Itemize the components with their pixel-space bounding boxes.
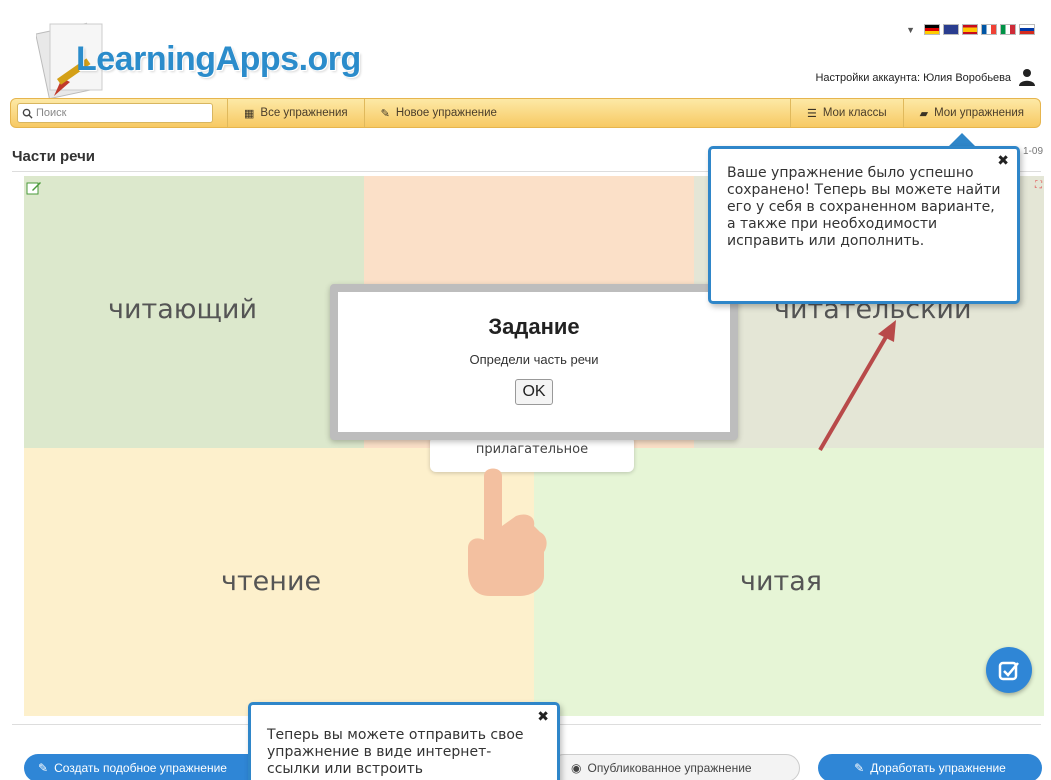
chevron-down-icon[interactable]: ▼ [906,25,915,35]
share-tooltip: ✖ Теперь вы можете отправить свое упражн… [248,702,560,780]
published-exercise-button[interactable]: ◉ Опубликованное упражнение [550,754,800,780]
category-word-1: читающий [108,294,258,325]
logo-text[interactable]: LearningApps.org [76,40,361,79]
create-similar-button[interactable]: ✎ Создать подобное упражнение [24,754,264,780]
dialog-text: Определи часть речи [469,352,599,367]
saved-tooltip-text: Ваше упражнение было успешно сохранено! … [727,165,1001,249]
nav-all-exercises[interactable]: ▦ Все упражнения [227,99,364,127]
improve-exercise-label: Доработать упражнение [870,761,1006,775]
nav-all-exercises-label: Все упражнения [260,107,348,119]
nav-my-exercises[interactable]: ▰ Мои упражнения [902,99,1040,127]
eye-icon: ◉ [571,761,582,775]
nav-my-classes[interactable]: ☰ Мои классы [789,99,903,127]
nav-my-exercises-label: Мои упражнения [934,107,1024,119]
fullscreen-icon[interactable]: ⛶ [1035,180,1042,191]
grid-icon: ▦ [244,107,255,120]
main-nav: Поиск ▦ Все упражнения ✎ Новое упражнени… [10,98,1041,128]
pencil-icon: ✎ [380,107,390,120]
nav-my-classes-label: Мои классы [822,107,887,119]
page: LearningApps.org ▼ Настройки аккаунта: Ю… [0,0,1051,780]
exercise-title: Части речи [12,148,96,165]
flag-fr-icon[interactable] [981,24,997,35]
saved-tooltip: ✖ Ваше упражнение было успешно сохранено… [708,146,1020,304]
category-word-4: читая [740,566,823,597]
close-icon[interactable]: ✖ [997,153,1009,170]
published-exercise-label: Опубликованное упражнение [587,761,752,775]
nav-new-exercise[interactable]: ✎ Новое упражнение [363,99,513,127]
check-icon [998,661,1019,681]
close-icon[interactable]: ✖ [537,709,549,726]
nav-new-exercise-label: Новое упражнение [395,107,497,119]
dialog-title: Задание [488,314,580,339]
search-input[interactable]: Поиск [17,103,213,123]
flag-ru-icon[interactable] [1019,24,1035,35]
account-settings-link[interactable]: Настройки аккаунта: Юлия Воробьева [815,72,1011,84]
hand-pointer-icon [468,468,547,596]
create-similar-label: Создать подобное упражнение [54,761,227,775]
edit-icon[interactable] [26,180,42,196]
category-word-3: чтение [221,566,322,597]
flag-es-icon[interactable] [962,24,978,35]
search-icon [22,108,33,119]
tooltip-pointer [948,133,976,147]
exercise-date: 1-09 [1022,146,1043,157]
language-flags: ▼ [906,24,1035,35]
share-tooltip-text: Теперь вы можете отправить свое упражнен… [267,727,524,777]
flag-gb-icon[interactable] [943,24,959,35]
pencil-icon: ✎ [854,761,865,775]
list-icon: ☰ [806,107,817,120]
ok-button[interactable]: OK [515,379,553,405]
edit-icon: ✎ [38,761,49,775]
folder-icon: ▰ [919,107,929,120]
flag-it-icon[interactable] [1000,24,1016,35]
improve-exercise-button[interactable]: ✎ Доработать упражнение [818,754,1042,780]
task-dialog: Задание Определи часть речи OK [330,284,738,440]
user-icon[interactable] [1019,68,1035,86]
flag-de-icon[interactable] [924,24,940,35]
search-placeholder: Поиск [36,107,67,119]
annotation-arrow [818,320,896,452]
check-button[interactable] [986,647,1032,693]
